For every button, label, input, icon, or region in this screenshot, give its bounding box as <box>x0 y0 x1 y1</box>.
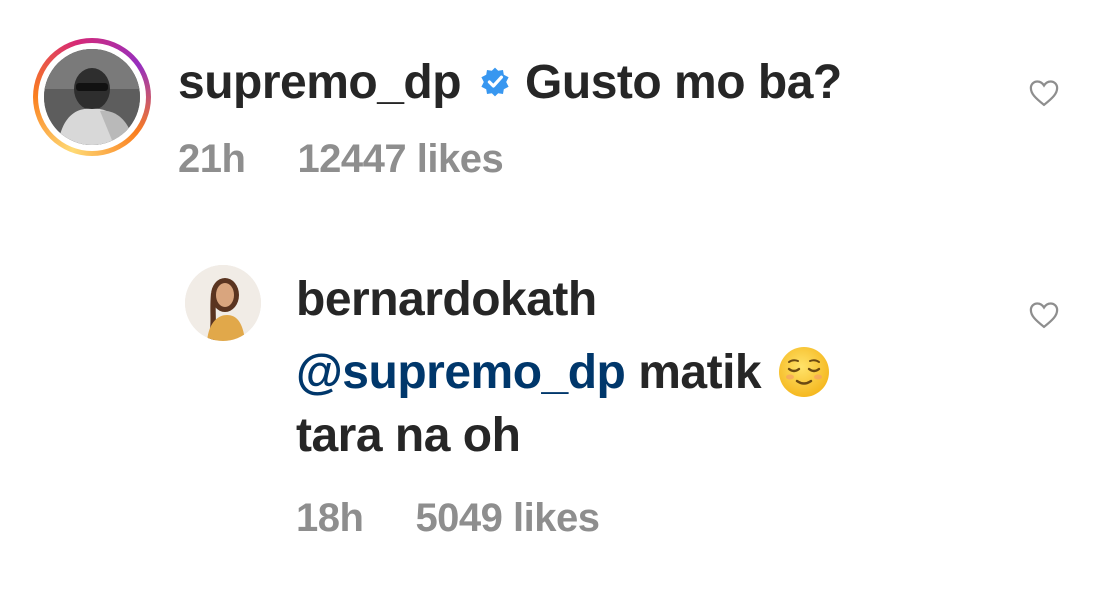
comment-text: Gusto mo ba? <box>525 55 842 109</box>
comment-body: supremo_dp Gusto mo ba? <box>178 52 842 112</box>
reply-avatar-photo <box>185 265 261 341</box>
reply-username[interactable]: bernardokath <box>296 272 597 327</box>
relieved-face-emoji <box>779 347 830 397</box>
reply-likes-count[interactable]: 5049 likes <box>415 496 600 540</box>
reply-text-line-2: tara na oh <box>296 409 521 462</box>
reply-meta: 18h 5049 likes <box>296 496 600 541</box>
reply-text: matik <box>638 345 762 399</box>
comments-panel: supremo_dp Gusto mo ba? 21h 12447 likes b… <box>0 0 1120 599</box>
heart-outline-icon[interactable] <box>1029 79 1059 107</box>
reply-timestamp[interactable]: 18h <box>296 496 364 540</box>
heart-outline-icon[interactable] <box>1029 301 1059 329</box>
reply-avatar[interactable] <box>185 265 261 341</box>
story-ring-avatar[interactable] <box>33 38 151 156</box>
comment-timestamp[interactable]: 21h <box>178 137 246 181</box>
avatar <box>44 49 140 145</box>
avatar-photo-image <box>44 49 140 145</box>
comment-likes-count[interactable]: 12447 likes <box>297 137 503 181</box>
verified-badge-icon <box>481 67 509 97</box>
reply-text-line-1: @supremo_dp matik <box>296 342 831 402</box>
comment-meta: 21h 12447 likes <box>178 137 504 182</box>
comment-username[interactable]: supremo_dp <box>178 55 462 110</box>
reply-mention-link[interactable]: @supremo_dp <box>296 345 626 400</box>
